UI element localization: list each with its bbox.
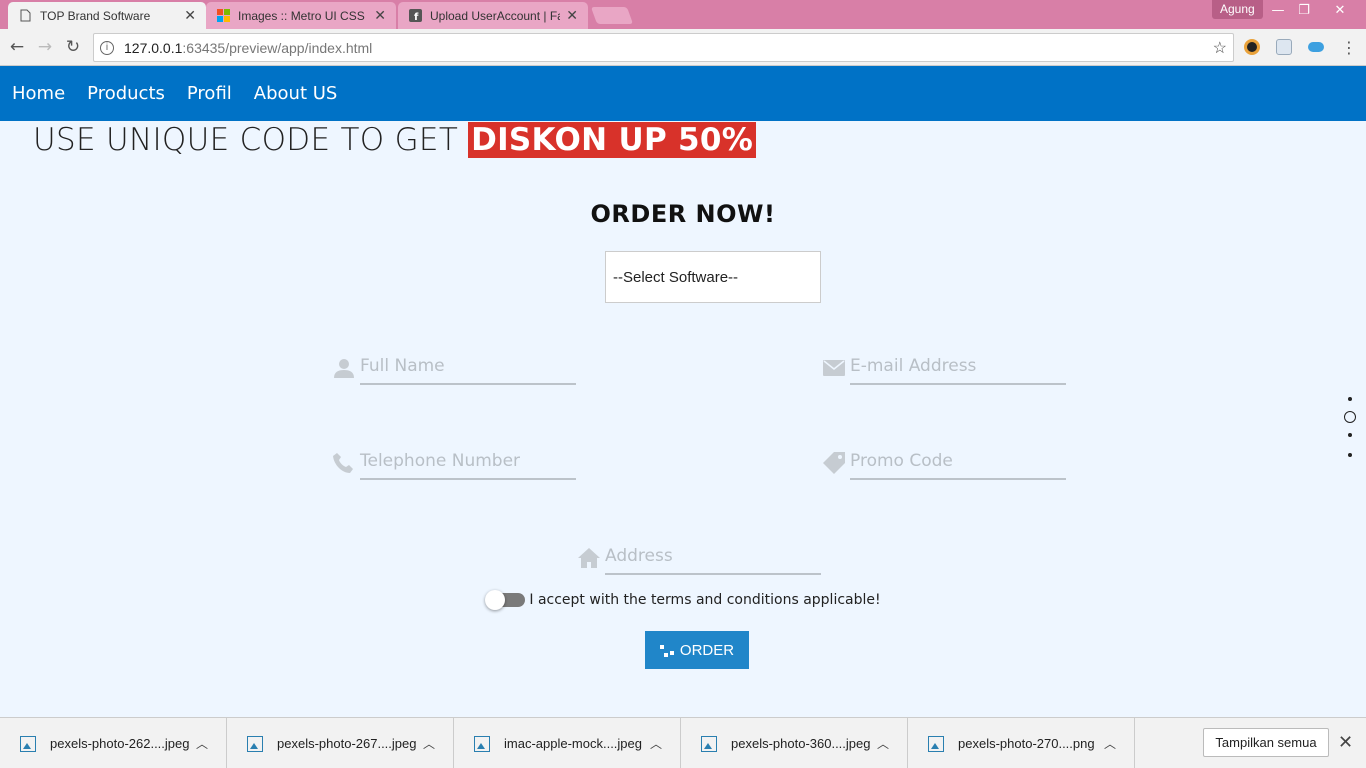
promo-banner: USE UNIQUE CODE TO GET DISKON UP 50%	[33, 121, 757, 159]
site-navbar: Home Products Profil About US	[0, 66, 1366, 121]
svg-text:f: f	[414, 12, 419, 22]
section-dot[interactable]	[1348, 453, 1352, 457]
nav-home[interactable]: Home	[12, 83, 65, 104]
extension-shield-icon[interactable]	[1276, 39, 1292, 55]
bookmark-star-icon[interactable]: ☆	[1213, 38, 1227, 58]
telephone-input[interactable]: Telephone Number	[360, 444, 576, 480]
info-icon[interactable]: i	[100, 40, 114, 55]
image-file-icon	[474, 735, 490, 752]
section-dot[interactable]	[1348, 397, 1352, 401]
back-icon[interactable]: ←	[6, 36, 28, 58]
tag-icon	[823, 452, 845, 474]
phone-icon	[333, 452, 355, 474]
section-dot-active[interactable]	[1344, 411, 1356, 423]
download-item[interactable]: pexels-photo-270....png ︿	[908, 718, 1135, 768]
tab-title: Images :: Metro UI CSS -	[238, 8, 369, 23]
address-input[interactable]: Address	[605, 539, 821, 575]
close-icon[interactable]: ✕	[184, 8, 196, 24]
download-filename: pexels-photo-267....jpeg	[277, 736, 417, 751]
close-icon[interactable]: ✕	[374, 8, 386, 24]
tab-top-brand-software[interactable]: TOP Brand Software ✕	[8, 2, 206, 29]
promo-code-input[interactable]: Promo Code	[850, 444, 1066, 480]
download-item[interactable]: pexels-photo-360....jpeg ︿	[681, 718, 908, 768]
forward-icon[interactable]: →	[34, 36, 56, 58]
section-dot[interactable]	[1348, 433, 1352, 437]
url-host: 127.0.0.1	[124, 39, 183, 56]
chevron-up-icon[interactable]: ︿	[423, 735, 435, 752]
terms-row: I accept with the terms and conditions a…	[0, 590, 1366, 610]
download-item[interactable]: imac-apple-mock....jpeg ︿	[454, 718, 681, 768]
image-file-icon	[20, 735, 36, 752]
download-bar: pexels-photo-262....jpeg ︿ pexels-photo-…	[0, 717, 1366, 768]
close-icon[interactable]: ✕	[566, 8, 578, 24]
image-file-icon	[928, 735, 944, 752]
chevron-up-icon[interactable]: ︿	[877, 735, 889, 752]
tab-title: TOP Brand Software	[40, 8, 151, 23]
software-select[interactable]: --Select Software--	[605, 251, 821, 303]
url-path: :63435/preview/app/index.html	[182, 39, 373, 56]
download-filename: pexels-photo-262....jpeg	[50, 736, 190, 751]
nav-profil[interactable]: Profil	[187, 83, 232, 104]
home-icon	[578, 547, 600, 569]
restore-icon[interactable]: ❐	[1284, 0, 1324, 20]
loading-spinner-icon	[659, 643, 674, 657]
toggle-knob	[485, 590, 506, 610]
menu-icon[interactable]: ⋮	[1338, 36, 1360, 58]
facebook-icon: f	[408, 9, 422, 23]
full-name-input[interactable]: Full Name	[360, 349, 576, 385]
download-filename: pexels-photo-270....png	[958, 736, 1095, 751]
terms-toggle[interactable]	[485, 590, 526, 610]
nav-products[interactable]: Products	[87, 83, 165, 104]
tab-metro-ui-images[interactable]: Images :: Metro UI CSS - ✕	[206, 2, 396, 29]
new-tab-button[interactable]	[590, 7, 634, 24]
tab-title: Upload UserAccount | Fa	[430, 8, 561, 23]
nav-about-us[interactable]: About US	[254, 83, 338, 104]
download-item[interactable]: pexels-photo-262....jpeg ︿	[0, 718, 227, 768]
window-close-icon[interactable]: ✕	[1320, 0, 1360, 20]
download-filename: imac-apple-mock....jpeg	[504, 736, 642, 751]
terms-label: I accept with the terms and conditions a…	[529, 592, 881, 608]
chevron-up-icon[interactable]: ︿	[1104, 735, 1116, 752]
section-dots-nav	[1343, 397, 1357, 473]
chevron-up-icon[interactable]: ︿	[196, 735, 208, 752]
promo-highlight: DISKON UP 50%	[468, 122, 757, 158]
browser-tab-bar: TOP Brand Software ✕ Images :: Metro UI …	[0, 0, 1366, 29]
windows-logo-icon	[216, 9, 230, 23]
order-title: ORDER NOW!	[590, 200, 776, 228]
extension-color-icon[interactable]	[1244, 39, 1260, 55]
email-input[interactable]: E-mail Address	[850, 349, 1066, 385]
chevron-up-icon[interactable]: ︿	[650, 735, 662, 752]
profile-name[interactable]: Agung	[1212, 0, 1263, 19]
image-file-icon	[701, 735, 717, 752]
extension-cloud-icon[interactable]	[1308, 42, 1324, 52]
envelope-icon	[823, 357, 845, 379]
browser-toolbar: ← → ↻ i 127.0.0.1:63435/preview/app/inde…	[0, 29, 1366, 66]
image-file-icon	[247, 735, 263, 752]
promo-text: USE UNIQUE CODE TO GET	[33, 122, 459, 158]
close-icon[interactable]: ✕	[1338, 732, 1353, 753]
user-icon	[333, 357, 355, 379]
download-item[interactable]: pexels-photo-267....jpeg ︿	[227, 718, 454, 768]
show-all-downloads-button[interactable]: Tampilkan semua	[1203, 728, 1329, 757]
order-button-label: ORDER	[679, 641, 735, 659]
document-icon	[18, 9, 32, 23]
tab-upload-useraccount[interactable]: f Upload UserAccount | Fa ✕	[398, 2, 588, 29]
order-button[interactable]: ORDER	[645, 631, 749, 669]
reload-icon[interactable]: ↻	[62, 36, 84, 58]
download-filename: pexels-photo-360....jpeg	[731, 736, 871, 751]
address-bar[interactable]: i 127.0.0.1:63435/preview/app/index.html…	[93, 33, 1234, 62]
